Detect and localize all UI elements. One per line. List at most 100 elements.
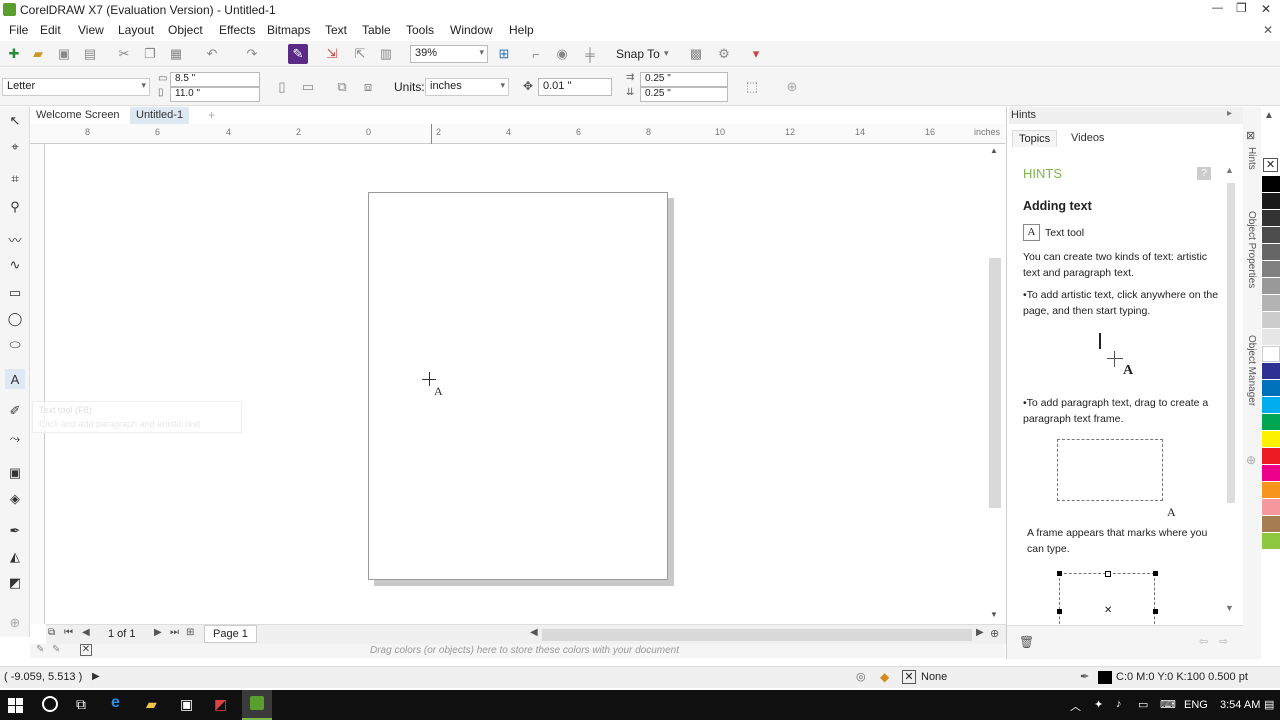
artistic-media-tool-icon[interactable]: ∿ [5,255,25,275]
menu-effects[interactable]: Effects [219,23,255,37]
ellipse-tool-icon[interactable]: ◯ [5,309,25,329]
snap-to-button[interactable]: Snap To [616,47,660,61]
last-page-icon[interactable]: ⏭ [170,627,179,638]
crop-tool-icon[interactable]: ⌗ [5,169,25,189]
windows-start-icon[interactable] [8,698,24,714]
color-swatch[interactable] [1262,210,1280,226]
coreldraw-taskbar-item[interactable] [242,690,272,720]
tab-videos[interactable]: Videos [1071,132,1104,144]
export-icon[interactable]: ⇱ [350,44,370,64]
store-icon[interactable]: ▣ [180,696,193,713]
scroll-up-icon[interactable]: ▲ [1225,165,1234,175]
publish-pdf-icon[interactable]: ▥ [376,44,396,64]
document-page[interactable] [368,192,668,580]
target-icon[interactable]: ◎ [856,670,866,683]
current-page-icon[interactable]: ⧈ [358,77,378,97]
vertical-ruler[interactable] [30,144,45,624]
page-height-input[interactable]: 11.0 " [170,87,260,102]
connector-tool-icon[interactable]: ⤳ [5,429,25,449]
scroll-down-icon[interactable]: ▼ [1225,603,1234,613]
menu-object[interactable]: Object [168,23,203,37]
menu-view[interactable]: View [78,23,104,37]
network-icon[interactable]: ✦ [1094,698,1103,711]
color-swatch[interactable] [1262,227,1280,243]
parallel-dimension-tool-icon[interactable]: ✐ [5,401,25,421]
redo-icon[interactable]: ↷ [242,44,262,64]
text-tool-icon[interactable]: A [5,369,25,389]
duplicate-x-input[interactable]: 0.25 " [640,72,728,87]
paste-icon[interactable]: ▦ [166,44,186,64]
color-swatch[interactable] [1262,363,1280,379]
all-pages-icon[interactable]: ⧉ [332,77,352,97]
eyedropper-tool-icon[interactable]: ✒ [5,521,25,541]
dock-tab-hints[interactable]: Hints [1246,147,1257,170]
pick-tool-icon[interactable]: ↖ [5,111,25,131]
hints-tab-icon[interactable]: ⊠ [1246,129,1255,142]
color-swatch[interactable] [1262,431,1280,447]
task-view-icon[interactable]: ⧉ [76,696,86,713]
hints-scroll-thumb[interactable] [1227,183,1235,503]
palette-menu-icon[interactable]: ✎ [52,644,60,655]
color-swatch[interactable] [1262,380,1280,396]
add-icon[interactable]: ⊕ [782,77,802,97]
units-select[interactable]: inches ▾ [425,78,509,96]
duplicate-y-input[interactable]: 0.25 " [640,87,728,102]
battery-icon[interactable]: ▭ [1138,698,1148,711]
transparency-tool-icon[interactable]: ◈ [5,489,25,509]
full-screen-preview-icon[interactable]: ◉ [552,44,572,64]
new-document-icon[interactable]: ✚ [4,44,24,64]
landscape-icon[interactable]: ▭ [298,77,318,97]
color-swatch[interactable] [1262,312,1280,328]
palette-scroll-up-icon[interactable]: ▲ [1264,110,1274,121]
paper-type-select[interactable]: Letter ▾ [2,78,150,96]
tab-topics[interactable]: Topics [1012,130,1058,147]
zoom-navigator-icon[interactable]: ⊕ [990,627,999,640]
freehand-tool-icon[interactable]: 〰 [5,229,25,249]
scroll-down-icon[interactable]: ▼ [990,610,998,619]
portrait-icon[interactable]: ▯ [272,77,292,97]
cut-icon[interactable]: ✂ [114,44,134,64]
color-swatch[interactable] [1262,261,1280,277]
page-tab-1[interactable]: Page 1 [204,625,257,643]
vertical-scroll-thumb[interactable] [989,258,1001,508]
new-tab-icon[interactable]: + [208,108,215,122]
color-swatch[interactable] [1262,329,1280,345]
menu-file[interactable]: File [9,23,28,37]
volume-icon[interactable]: ♪ [1116,698,1122,710]
scroll-left-icon[interactable]: ◀ [530,627,538,638]
color-swatch[interactable] [1262,516,1280,532]
drawing-canvas[interactable]: A [46,144,986,622]
docker-collapse-icon[interactable]: ▸ [1227,108,1232,119]
zoom-to-page-icon[interactable]: ⊞ [494,44,514,64]
page-options-icon[interactable]: ⧉ [48,627,55,638]
tab-untitled-1[interactable]: Untitled-1 [130,107,190,124]
corel-connect-icon[interactable]: ✎ [288,44,308,64]
app-icon[interactable]: ◩ [214,696,227,713]
first-page-icon[interactable]: ⏮ [64,627,73,638]
color-swatch[interactable] [1262,465,1280,481]
add-docker-icon[interactable]: ⊕ [1246,453,1256,467]
color-palette[interactable] [1262,160,1280,620]
zoom-tool-icon[interactable]: ⚲ [5,197,25,217]
close-button[interactable]: ✕ [1261,2,1271,16]
page-width-input[interactable]: 8.5 " [170,72,260,87]
color-swatch[interactable] [1262,295,1280,311]
scroll-up-icon[interactable]: ▲ [990,146,998,155]
interactive-fill-tool-icon[interactable]: ◭ [5,547,25,567]
previous-page-icon[interactable]: ◀ [82,627,90,638]
menu-text[interactable]: Text [325,23,347,37]
welcome-screen-icon[interactable]: ▩ [686,44,706,64]
tab-welcome-screen[interactable]: Welcome Screen [30,107,126,124]
copy-icon[interactable]: ❐ [140,44,160,64]
language-indicator[interactable]: ENG [1184,699,1208,711]
color-swatch[interactable] [1262,414,1280,430]
eyedropper-icon[interactable]: ✎ [36,644,44,655]
hints-scrollbar[interactable]: ▲ ▼ [1223,165,1237,615]
add-tool-icon[interactable]: ⊕ [5,613,25,633]
help-icon[interactable]: ? [1197,167,1211,180]
forward-icon[interactable]: ⇨ [1219,635,1228,648]
menu-table[interactable]: Table [362,23,391,37]
menu-edit[interactable]: Edit [40,23,61,37]
play-icon[interactable]: ▶ [92,671,100,682]
page-frame-icon[interactable]: ⬚ [742,77,762,97]
